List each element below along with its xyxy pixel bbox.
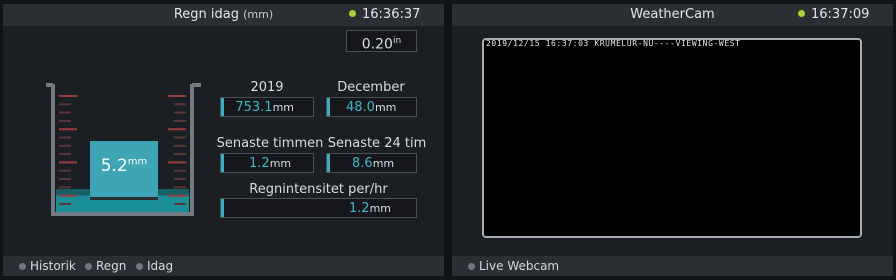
gauge-value-box: 5.2mm: [90, 141, 158, 197]
webcam-image[interactable]: 2019/12/15 16:37:03 KRUMELUR-NU----VIEWI…: [482, 38, 862, 238]
webcam-title-bar: WeatherCam 16:37:09: [452, 4, 893, 26]
rain-panel: Regn idag (mm) 16:36:37 0.20in 5.2mm 201…: [3, 4, 444, 276]
stat-hour-value: 1.2: [249, 156, 270, 171]
stat-24h-box: 8.6mm: [326, 153, 417, 173]
stat-year-value: 753.1: [235, 100, 273, 115]
webcam-footer: Live Webcam: [452, 256, 893, 276]
stat-24h-label: Senaste 24 tim: [327, 136, 427, 151]
gauge-water: [56, 195, 189, 212]
rain-rate-value: 0.20: [361, 36, 393, 53]
rain-title-bar: Regn idag (mm) 16:36:37: [3, 4, 444, 26]
stat-hour-label: Senaste timmen: [216, 136, 324, 151]
status-dot-icon: [349, 10, 356, 17]
stat-hour-box: 1.2mm: [220, 153, 314, 173]
rain-footer: Historik Regn Idag: [3, 256, 444, 276]
stat-intensity-box: 1.2mm: [220, 198, 417, 218]
footer-link-idag[interactable]: Idag: [136, 259, 173, 273]
stat-intensity-value: 1.2: [348, 201, 370, 216]
bullet-icon: [85, 263, 92, 270]
stat-year-label: 2019: [250, 80, 284, 95]
bullet-icon: [19, 263, 26, 270]
footer-link-live-webcam[interactable]: Live Webcam: [468, 259, 559, 273]
webcam-overlay-text: 2019/12/15 16:37:03 KRUMELUR-NU----VIEWI…: [486, 39, 741, 48]
stat-24h-value: 8.6: [352, 156, 373, 171]
stat-month-value: 48.0: [346, 100, 375, 115]
bullet-icon: [468, 263, 475, 270]
footer-link-regn[interactable]: Regn: [85, 259, 126, 273]
stat-month-box: 48.0mm: [326, 97, 417, 117]
gauge-unit: mm: [127, 156, 148, 168]
rain-timestamp: 16:36:37: [349, 7, 420, 22]
bullet-icon: [136, 263, 143, 270]
status-dot-icon: [798, 10, 805, 17]
stat-intensity-label: Regnintensitet per/hr: [249, 182, 388, 197]
footer-link-historik[interactable]: Historik: [19, 259, 76, 273]
webcam-panel: WeatherCam 16:37:09 2019/12/15 16:37:03 …: [452, 4, 893, 276]
gauge-value: 5.2: [100, 156, 128, 176]
stat-month-label: December: [337, 80, 405, 95]
webcam-timestamp: 16:37:09: [798, 7, 869, 22]
rain-rate-box: 0.20in: [346, 30, 417, 53]
rain-rate-unit: in: [392, 36, 402, 46]
stat-year-box: 753.1mm: [220, 97, 314, 117]
